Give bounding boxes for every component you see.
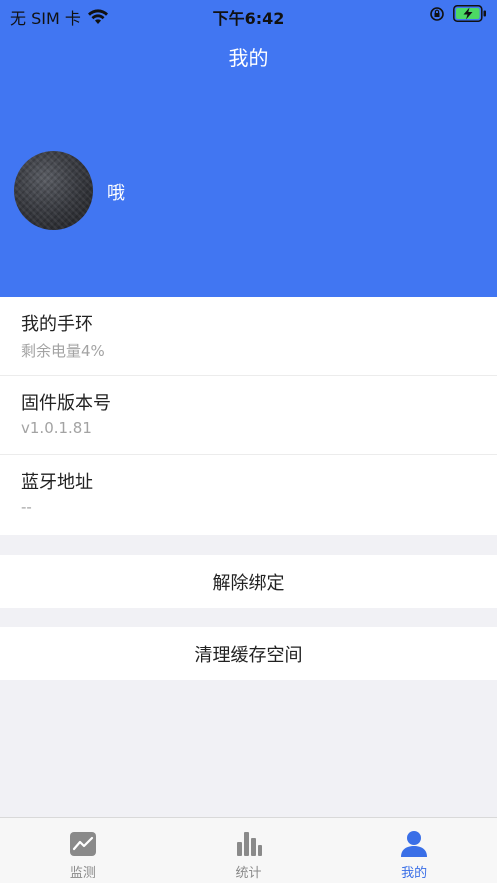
device-info-list: 我的手环 剩余电量4% 固件版本号 v1.0.1.81 蓝牙地址 --	[0, 297, 497, 535]
bar-chart-icon	[236, 832, 262, 856]
monitor-chart-icon	[69, 832, 96, 856]
tab-label: 我的	[401, 866, 428, 881]
info-row-title: 我的手环	[21, 314, 93, 335]
avatar-image	[14, 151, 93, 230]
tab-monitor[interactable]: 监测	[0, 818, 166, 883]
clear-cache-button[interactable]: 清理缓存空间	[0, 627, 497, 680]
page-title: 我的	[228, 46, 269, 70]
status-time: 下午6:42	[212, 9, 285, 28]
tab-statistics[interactable]: 统计	[166, 818, 332, 883]
info-row-firmware[interactable]: 固件版本号 v1.0.1.81	[0, 376, 497, 455]
info-row-bluetooth[interactable]: 蓝牙地址 --	[0, 455, 497, 535]
unbind-button[interactable]: 解除绑定	[0, 555, 497, 608]
person-icon	[401, 831, 428, 857]
battery-charging-icon	[453, 5, 486, 22]
tab-label: 统计	[235, 866, 262, 881]
info-row-bracelet[interactable]: 我的手环 剩余电量4%	[0, 297, 497, 376]
tab-mine[interactable]: 我的	[331, 818, 497, 883]
firmware-version-value: v1.0.1.81	[21, 419, 92, 437]
status-right-group	[429, 5, 487, 22]
avatar[interactable]	[14, 151, 93, 230]
orientation-lock-icon	[430, 6, 444, 21]
info-row-title: 蓝牙地址	[21, 472, 93, 493]
tab-bar: 监测 统计 我的	[0, 817, 497, 883]
status-bar: 无 SIM 卡 下午6:42	[0, 0, 497, 28]
username-label[interactable]: 哦	[107, 179, 125, 205]
profile-header: 无 SIM 卡 下午6:42 我的 哦	[0, 0, 497, 297]
info-row-title: 固件版本号	[21, 393, 111, 414]
bluetooth-address-value: --	[21, 498, 32, 516]
battery-remaining-value: 剩余电量4%	[21, 342, 105, 360]
tab-label: 监测	[69, 866, 96, 881]
